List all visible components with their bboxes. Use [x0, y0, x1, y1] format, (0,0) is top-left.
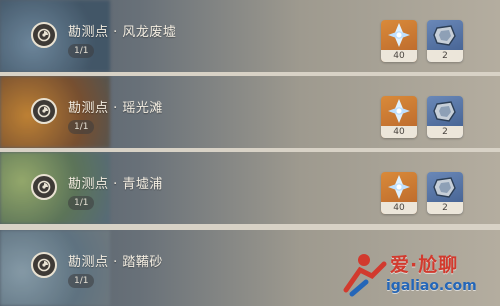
waypoint-icon [31, 174, 57, 200]
reward-ore[interactable]: 2 [427, 20, 463, 62]
reward-primogem[interactable]: 40 [381, 96, 417, 138]
ore-icon [427, 20, 463, 50]
reward-quantity: 40 [381, 126, 417, 138]
survey-point-row-2[interactable]: 勘测点 · 瑶光滩 1/1 40 2 [0, 76, 500, 148]
survey-point-title: 勘测点 · 瑶光滩 [68, 101, 163, 116]
reward-ore[interactable]: 2 [427, 96, 463, 138]
watermark-logo-icon [338, 250, 390, 298]
progress-badge: 1/1 [68, 274, 95, 288]
reward-quantity: 2 [427, 50, 463, 62]
progress-badge: 1/1 [68, 44, 95, 58]
reward-quantity: 40 [381, 202, 417, 214]
watermark-text: 爱·尬聊 [390, 254, 459, 276]
survey-point-title: 勘测点 · 风龙废墟 [68, 25, 177, 40]
primogem-icon [381, 20, 417, 50]
ore-icon [427, 172, 463, 202]
watermark-url: igaliao.com [386, 278, 477, 294]
progress-badge: 1/1 [68, 120, 95, 134]
primogem-icon [381, 172, 417, 202]
reward-primogem[interactable]: 40 [381, 172, 417, 214]
progress-badge: 1/1 [68, 196, 95, 210]
waypoint-icon [31, 252, 57, 278]
survey-point-title: 勘测点 · 踏鞴砂 [68, 255, 163, 270]
survey-point-row-1[interactable]: 勘测点 · 风龙废墟 1/1 40 2 [0, 0, 500, 72]
reward-ore[interactable]: 2 [427, 172, 463, 214]
waypoint-icon [31, 22, 57, 48]
reward-quantity: 2 [427, 126, 463, 138]
ore-icon [427, 96, 463, 126]
reward-quantity: 40 [381, 50, 417, 62]
reward-quantity: 2 [427, 202, 463, 214]
waypoint-icon [31, 98, 57, 124]
primogem-icon [381, 96, 417, 126]
survey-point-title: 勘测点 · 青墟浦 [68, 177, 163, 192]
survey-point-row-3[interactable]: 勘测点 · 青墟浦 1/1 40 2 [0, 152, 500, 224]
site-watermark: 爱·尬聊 igaliao.com [334, 248, 494, 300]
reward-primogem[interactable]: 40 [381, 20, 417, 62]
